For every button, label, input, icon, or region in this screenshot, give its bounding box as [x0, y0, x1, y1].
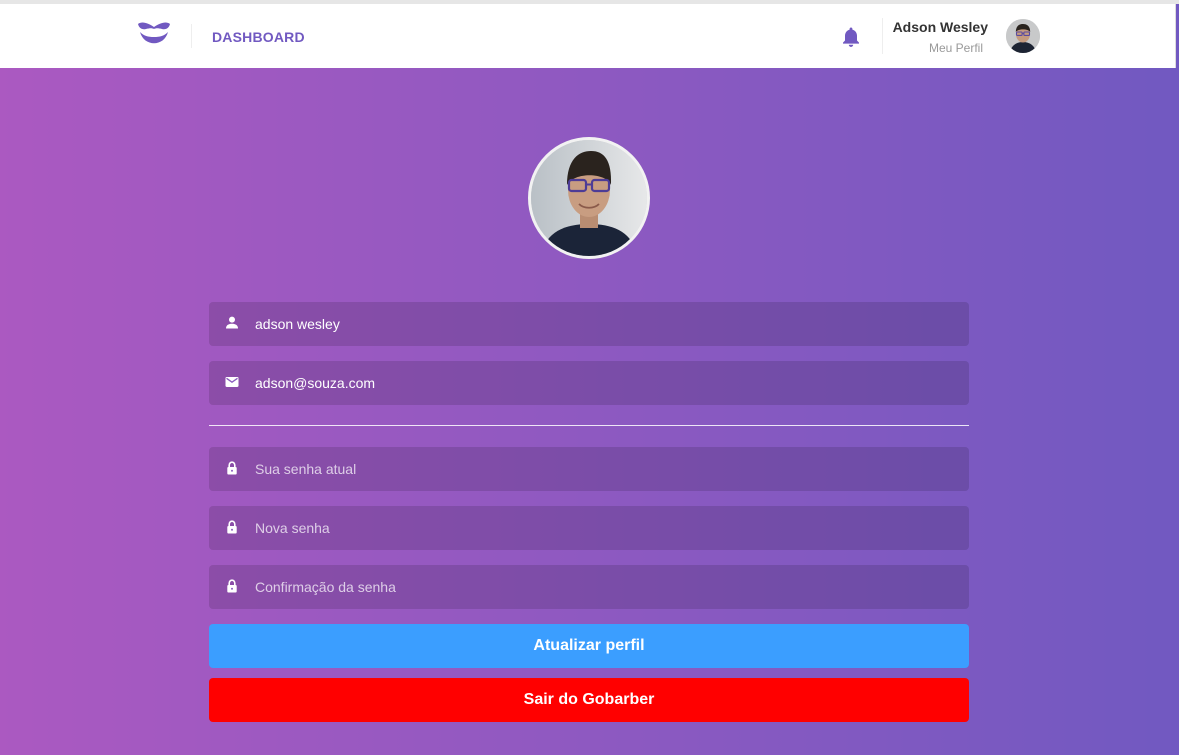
email-field [209, 361, 969, 405]
my-profile-link[interactable]: Meu Perfil [929, 41, 983, 55]
profile-divider [882, 18, 883, 54]
logout-button[interactable]: Sair do Gobarber [209, 678, 969, 722]
email-input[interactable] [255, 361, 955, 405]
confirm-password-input[interactable] [255, 565, 955, 609]
lock-icon [227, 520, 237, 534]
new-password-field [209, 506, 969, 550]
nav-dashboard-link[interactable]: DASHBOARD [212, 29, 305, 45]
new-password-input[interactable] [255, 506, 955, 550]
confirm-password-field [209, 565, 969, 609]
mail-icon [225, 377, 239, 387]
form-divider [209, 425, 969, 426]
app-header: DASHBOARD Adson Wesley Meu Perfil [0, 4, 1176, 68]
profile-avatar-upload[interactable] [528, 137, 650, 259]
lock-icon [227, 461, 237, 475]
gobarber-logo-icon[interactable] [136, 20, 172, 50]
old-password-input[interactable] [255, 447, 955, 491]
name-input[interactable] [255, 302, 955, 346]
name-field [209, 302, 969, 346]
lock-icon [227, 579, 237, 593]
person-icon [226, 316, 238, 329]
logo-divider [191, 24, 192, 48]
header-avatar[interactable] [1006, 19, 1040, 53]
bell-icon[interactable] [841, 26, 861, 48]
old-password-field [209, 447, 969, 491]
update-profile-button[interactable]: Atualizar perfil [209, 624, 969, 668]
profile-user-name: Adson Wesley [892, 19, 988, 35]
